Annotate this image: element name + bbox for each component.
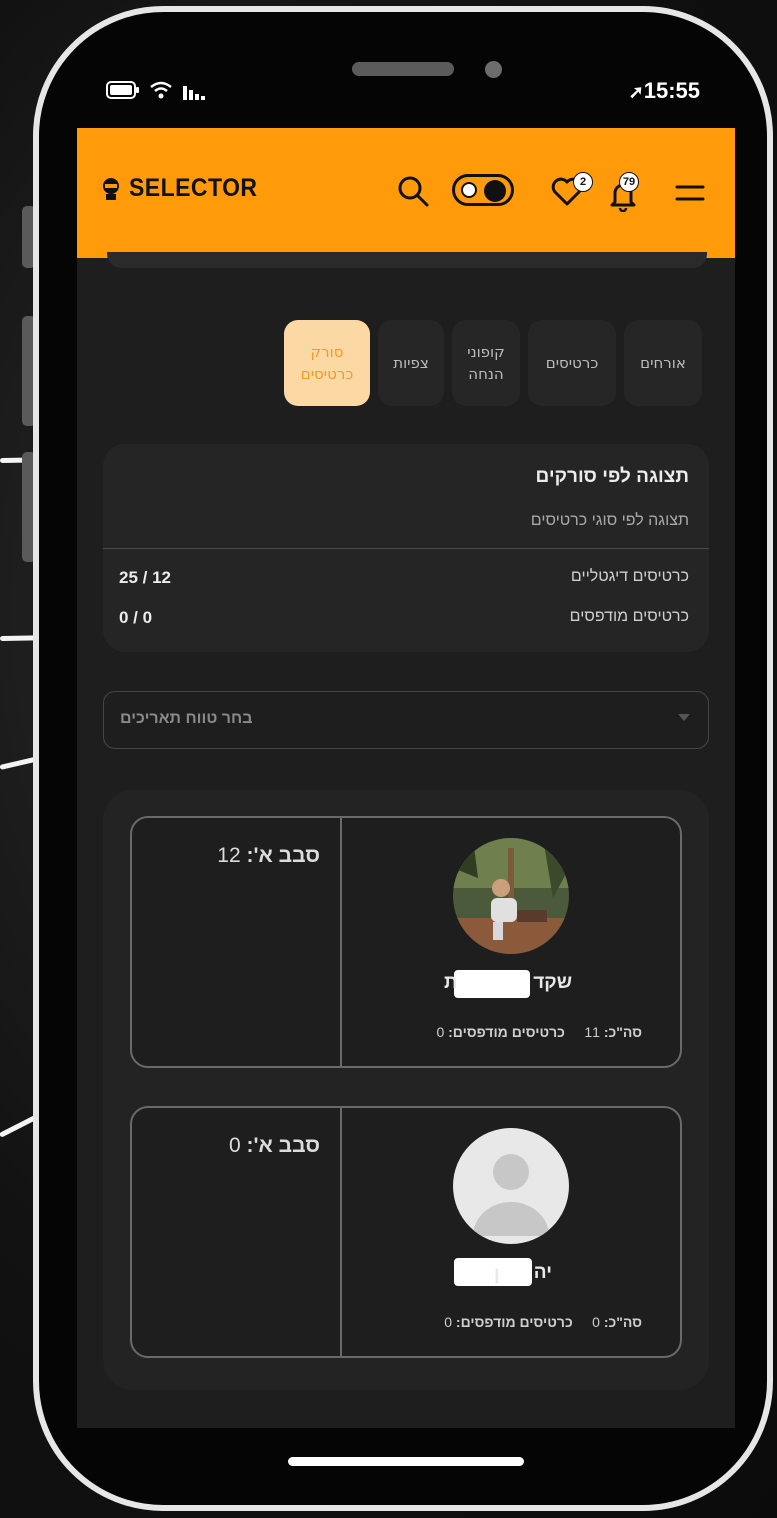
hamburger-menu-icon[interactable] — [675, 182, 705, 204]
seller-name-tail: ת — [444, 972, 458, 993]
round-stat: סבב א': 12 — [217, 844, 320, 868]
date-range-select[interactable]: בחר טווח תאריכים — [103, 691, 709, 749]
summary-divider — [103, 548, 709, 549]
theme-toggle[interactable] — [452, 174, 514, 206]
digital-tickets-label: כרטיסים דיגטליים — [570, 568, 689, 585]
tabs-bar: סורק כרטיסים צפיות קופוני הנחה כרטיסים א… — [284, 320, 702, 406]
default-avatar-icon — [453, 1128, 569, 1244]
status-time: ➚15:55 — [629, 78, 700, 104]
tab-label: צפיות — [393, 354, 429, 372]
tab-ticket-scanner[interactable]: סורק כרטיסים — [284, 320, 370, 406]
search-icon[interactable] — [395, 173, 431, 209]
summary-title: תצוגה לפי סורקים — [535, 466, 689, 487]
seller-card[interactable]: סבב א': 12 שקד ת סה"כ: 11 כרטיסים מודפסי… — [130, 816, 682, 1068]
seller-divider — [340, 1108, 342, 1356]
summary-card: תצוגה לפי סורקים תצוגה לפי סוגי כרטיסים … — [103, 444, 709, 652]
round-label: סבב א': — [246, 844, 321, 867]
seller-name: שקד — [533, 972, 572, 994]
printed-value: 0 — [436, 1024, 445, 1040]
round-label: סבב א': — [246, 1134, 321, 1157]
avatar — [453, 838, 569, 954]
favorites-badge: 2 — [573, 172, 593, 192]
round-value: 0 — [228, 1134, 241, 1157]
tab-coupons[interactable]: קופוני הנחה — [452, 320, 520, 406]
logo-text: SELECTOR — [129, 174, 258, 202]
app-header: SELECTOR 2 79 — [77, 128, 735, 258]
toggle-knob — [484, 180, 506, 202]
sellers-list: סבב א': 12 שקד ת סה"כ: 11 כרטיסים מודפסי… — [103, 790, 709, 1390]
location-arrow-icon: ➚ — [628, 82, 644, 102]
app-screen: SELECTOR 2 79 סורק כרטיסים צפיות קופוני … — [77, 128, 735, 1428]
phone-camera — [485, 61, 502, 78]
avatar — [453, 1128, 569, 1244]
seller-card[interactable]: סבב א': 0 יה ן סה"כ: 0 כרטיסים מודפסים: — [130, 1106, 682, 1358]
time-text: 15:55 — [643, 78, 700, 103]
seller-name-text: שקד — [533, 972, 572, 993]
summary-subtitle: תצוגה לפי סוגי כרטיסים — [530, 512, 689, 529]
printed-label: כרטיסים מודפסים: — [448, 1024, 565, 1040]
signal-icon — [183, 86, 205, 100]
date-range-placeholder: בחר טווח תאריכים — [120, 710, 253, 727]
printed-label: כרטיסים מודפסים: — [455, 1314, 573, 1330]
seller-name: יה — [534, 1262, 552, 1284]
seller-stats: סה"כ: 0 כרטיסים מודפסים: 0 — [444, 1314, 642, 1330]
logo[interactable]: SELECTOR — [101, 174, 269, 203]
seller-stats: סה"כ: 11 כרטיסים מודפסים: 0 — [436, 1024, 642, 1040]
seller-name-text: יה — [533, 1262, 552, 1283]
round-value: 12 — [217, 844, 241, 867]
printed-tickets-value: 0 / 0 — [119, 608, 153, 627]
tab-guests[interactable]: אורחים — [624, 320, 702, 406]
sun-icon — [461, 182, 477, 198]
wifi-icon — [150, 81, 172, 99]
tab-label: כרטיסים — [545, 354, 599, 372]
notifications-badge: 79 — [619, 172, 639, 192]
printed-tickets-label: כרטיסים מודפסים — [569, 608, 689, 625]
home-indicator[interactable] — [288, 1457, 524, 1466]
tab-label: קופוני הנחה — [467, 343, 505, 383]
round-stat: סבב א': 0 — [229, 1134, 320, 1158]
total-label: סה"כ: — [603, 1024, 642, 1040]
name-redaction — [454, 970, 530, 998]
total-value: 0 — [592, 1314, 600, 1330]
avatar-photo — [453, 838, 569, 954]
tab-views[interactable]: צפיות — [378, 320, 444, 406]
logo-icon — [103, 177, 119, 200]
tab-tickets[interactable]: כרטיסים — [528, 320, 616, 406]
seller-name-tail: ן — [494, 1264, 500, 1285]
tab-label: אורחים — [640, 354, 686, 372]
phone-speaker — [352, 62, 454, 76]
seller-divider — [340, 818, 342, 1066]
battery-icon — [106, 81, 139, 99]
tab-label: סורק כרטיסים — [300, 343, 354, 383]
name-redaction — [454, 1258, 532, 1286]
status-bar: ➚15:55 — [105, 78, 700, 108]
previous-card-edge — [107, 252, 707, 268]
digital-tickets-value: 25 / 12 — [119, 568, 171, 587]
total-label: סה"כ: — [603, 1314, 642, 1330]
total-value: 11 — [584, 1024, 600, 1040]
chevron-down-icon — [678, 714, 690, 721]
printed-value: 0 — [444, 1314, 453, 1330]
